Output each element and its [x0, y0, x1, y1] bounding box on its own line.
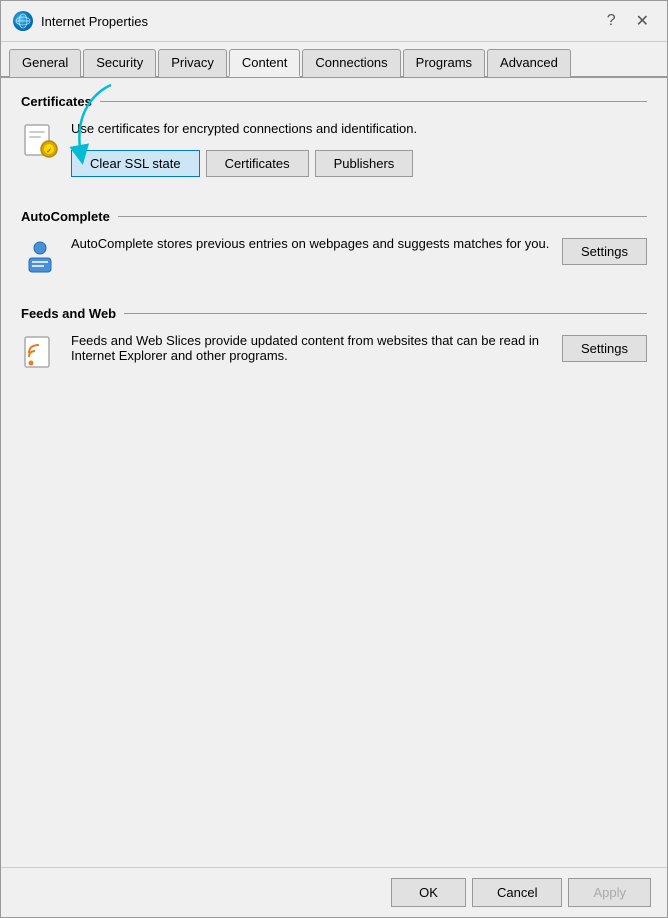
- certificates-button[interactable]: Certificates: [206, 150, 309, 177]
- window-title: Internet Properties: [41, 14, 148, 29]
- help-button[interactable]: ?: [601, 10, 622, 32]
- tab-connections[interactable]: Connections: [302, 49, 400, 77]
- title-bar-left: Internet Properties: [13, 11, 148, 31]
- autocomplete-icon: [21, 236, 59, 274]
- tab-general[interactable]: General: [9, 49, 81, 77]
- arrow-annotation: Clear SSL state: [71, 150, 200, 177]
- autocomplete-title: AutoComplete: [21, 209, 647, 224]
- cancel-button[interactable]: Cancel: [472, 878, 562, 907]
- clear-ssl-button[interactable]: Clear SSL state: [71, 150, 200, 177]
- feeds-section: Feeds and Web Feeds and Web Slices provi…: [21, 306, 647, 383]
- feeds-description: Feeds and Web Slices provide updated con…: [71, 333, 550, 363]
- certificates-icon: ✓: [21, 121, 59, 159]
- ok-button[interactable]: OK: [391, 878, 466, 907]
- tab-privacy[interactable]: Privacy: [158, 49, 227, 77]
- title-bar: Internet Properties ? ✕: [1, 1, 667, 42]
- autocomplete-settings-button[interactable]: Settings: [562, 238, 647, 265]
- certificates-title: Certificates: [21, 94, 647, 109]
- app-icon: [13, 11, 33, 31]
- title-bar-controls: ? ✕: [601, 9, 655, 33]
- main-content: Certificates ✓ Use cer: [1, 78, 667, 867]
- tab-advanced[interactable]: Advanced: [487, 49, 571, 77]
- certificates-description: Use certificates for encrypted connectio…: [71, 121, 647, 177]
- close-button[interactable]: ✕: [630, 9, 655, 33]
- tab-bar: General Security Privacy Content Connect…: [1, 42, 667, 78]
- tab-security[interactable]: Security: [83, 49, 156, 77]
- tab-programs[interactable]: Programs: [403, 49, 485, 77]
- apply-button[interactable]: Apply: [568, 878, 651, 907]
- certificate-buttons-row: Clear SSL state Certificates Publishers: [71, 150, 647, 177]
- feeds-settings-button[interactable]: Settings: [562, 335, 647, 362]
- tab-content[interactable]: Content: [229, 49, 301, 77]
- svg-text:✓: ✓: [46, 148, 52, 155]
- publishers-button[interactable]: Publishers: [315, 150, 414, 177]
- autocomplete-description: AutoComplete stores previous entries on …: [71, 236, 550, 251]
- certificates-section: Certificates ✓ Use cer: [21, 94, 647, 189]
- autocomplete-section: AutoComplete AutoComplete stores previou…: [21, 209, 647, 286]
- bottom-bar: OK Cancel Apply: [1, 867, 667, 917]
- feeds-icon: [21, 333, 59, 371]
- feeds-title: Feeds and Web: [21, 306, 647, 321]
- internet-properties-window: Internet Properties ? ✕ General Security…: [0, 0, 668, 918]
